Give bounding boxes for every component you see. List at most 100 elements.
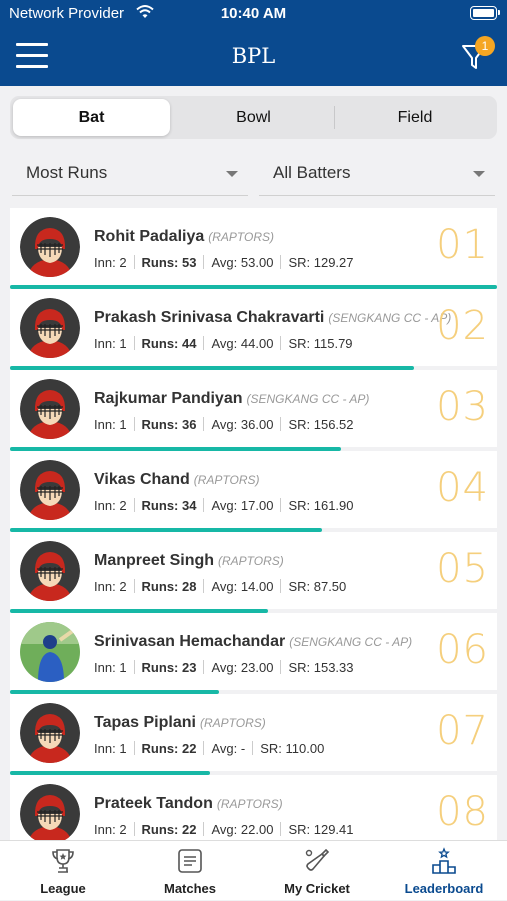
player-team: (RAPTORS) bbox=[216, 797, 283, 811]
innings-value: 2 bbox=[119, 579, 127, 594]
innings-label: Inn: bbox=[94, 660, 116, 675]
player-team: (RAPTORS) bbox=[193, 473, 260, 487]
player-name-line: Srinivasan Hemachandar (SENGKANG CC - AP) bbox=[94, 633, 412, 651]
average-value: 44.00 bbox=[240, 336, 274, 351]
innings-value: 1 bbox=[119, 417, 127, 432]
tab-bat[interactable]: Bat bbox=[13, 99, 170, 136]
helmet-avatar-icon bbox=[20, 379, 80, 439]
rank-number: 01 bbox=[436, 222, 489, 268]
list-item[interactable]: Manpreet Singh (RAPTORS) Inn: 2 Runs: 28 Avg… bbox=[10, 532, 497, 613]
tab-league[interactable]: League bbox=[0, 841, 126, 901]
player-stats: Inn: 2 Runs: 28 Avg: 14.00 SR: 87.50 bbox=[94, 579, 346, 594]
podium-star-icon bbox=[432, 847, 456, 874]
runs-label: Runs: bbox=[141, 822, 179, 837]
strike-rate-value: 115.79 bbox=[313, 336, 353, 351]
average-value: 17.00 bbox=[240, 498, 274, 513]
player-name-line: Prakash Srinivasa Chakravarti (SENGKANG C… bbox=[94, 309, 451, 327]
innings-label: Inn: bbox=[94, 579, 116, 594]
player-name: Rajkumar Pandiyan bbox=[94, 390, 243, 407]
player-name-line: Tapas Piplani (RAPTORS) bbox=[94, 714, 266, 732]
average-value: 23.00 bbox=[240, 660, 274, 675]
player-stats: Inn: 2 Runs: 53 Avg: 53.00 SR: 129.27 bbox=[94, 255, 354, 270]
navigation-bar: BPL 1 bbox=[0, 28, 507, 86]
innings-value: 2 bbox=[119, 255, 127, 270]
scorecard-icon bbox=[178, 849, 202, 873]
player-photo-avatar bbox=[20, 622, 80, 682]
innings-label: Inn: bbox=[94, 741, 116, 756]
player-name: Manpreet Singh bbox=[94, 552, 215, 569]
tab-my-cricket[interactable]: My Cricket bbox=[254, 841, 380, 901]
tab-leaderboard-label: Leaderboard bbox=[404, 881, 484, 896]
list-item[interactable]: Prakash Srinivasa Chakravarti (SENGKANG C… bbox=[10, 289, 497, 370]
strike-rate-label: SR: bbox=[288, 579, 311, 594]
strike-rate-label: SR: bbox=[288, 417, 311, 432]
list-item[interactable]: Tapas Piplani (RAPTORS) Inn: 1 Runs: 22 Avg:… bbox=[10, 694, 497, 775]
list-item[interactable]: Prateek Tandon (RAPTORS) Inn: 2 Runs: 22 Avg… bbox=[10, 775, 497, 840]
player-team: (SENGKANG CC - AP) bbox=[289, 635, 413, 649]
runs-value: 44 bbox=[182, 336, 197, 351]
tab-field[interactable]: Field bbox=[336, 99, 494, 136]
player-name-line: Rajkumar Pandiyan (SENGKANG CC - AP) bbox=[94, 390, 369, 408]
helmet-avatar-icon bbox=[20, 784, 80, 840]
strike-rate-value: 156.52 bbox=[313, 417, 354, 432]
batters-dropdown-label: All Batters bbox=[273, 163, 351, 182]
list-item[interactable]: Rohit Padaliya (RAPTORS) Inn: 2 Runs: 53 Avg… bbox=[10, 208, 497, 289]
list-item[interactable]: Vikas Chand (RAPTORS) Inn: 2 Runs: 34 Avg: 1… bbox=[10, 451, 497, 532]
player-name: Srinivasan Hemachandar bbox=[94, 633, 286, 650]
batters-dropdown[interactable]: All Batters bbox=[259, 152, 495, 196]
average-value: 14.00 bbox=[240, 579, 274, 594]
average-label: Avg: bbox=[211, 579, 238, 594]
rank-number: 08 bbox=[436, 789, 489, 835]
runs-label: Runs: bbox=[141, 255, 179, 270]
tab-bowl[interactable]: Bowl bbox=[173, 99, 334, 136]
leaderboard-list[interactable]: Rohit Padaliya (RAPTORS) Inn: 2 Runs: 53 Avg… bbox=[10, 208, 497, 840]
strike-rate-value: 153.33 bbox=[313, 660, 354, 675]
rank-number: 05 bbox=[436, 546, 489, 592]
player-name: Rohit Padaliya bbox=[94, 228, 205, 245]
filter-count-badge: 1 bbox=[475, 36, 495, 56]
tab-league-label: League bbox=[40, 881, 86, 896]
sort-dropdown[interactable]: Most Runs bbox=[12, 152, 248, 196]
innings-label: Inn: bbox=[94, 822, 116, 837]
player-stats: Inn: 2 Runs: 34 Avg: 17.00 SR: 161.90 bbox=[94, 498, 354, 513]
runs-label: Runs: bbox=[141, 741, 179, 756]
rank-number: 03 bbox=[436, 384, 489, 430]
runs-label: Runs: bbox=[141, 417, 179, 432]
strike-rate-label: SR: bbox=[288, 660, 311, 675]
runs-value: 28 bbox=[182, 579, 197, 594]
helmet-avatar-icon bbox=[20, 217, 80, 277]
average-label: Avg: bbox=[211, 498, 238, 513]
innings-label: Inn: bbox=[94, 336, 116, 351]
segment-divider bbox=[334, 106, 335, 129]
list-item[interactable]: Srinivasan Hemachandar (SENGKANG CC - AP)… bbox=[10, 613, 497, 694]
strike-rate-label: SR: bbox=[288, 336, 311, 351]
player-team: (SENGKANG CC - AP) bbox=[328, 311, 452, 325]
average-label: Avg: bbox=[211, 822, 238, 837]
innings-value: 1 bbox=[119, 660, 127, 675]
runs-value: 22 bbox=[182, 822, 197, 837]
list-item[interactable]: Rajkumar Pandiyan (SENGKANG CC - AP) Inn: … bbox=[10, 370, 497, 451]
player-team: (RAPTORS) bbox=[218, 554, 284, 568]
average-value: - bbox=[240, 741, 246, 756]
average-label: Avg: bbox=[211, 741, 238, 756]
sort-dropdown-label: Most Runs bbox=[26, 163, 108, 182]
bottom-tab-bar: League Matches My Cricket Leaderboard bbox=[0, 840, 507, 900]
chevron-down-icon bbox=[226, 171, 238, 177]
average-label: Avg: bbox=[211, 255, 238, 270]
helmet-avatar-icon bbox=[20, 460, 80, 520]
tab-leaderboard[interactable]: Leaderboard bbox=[381, 841, 507, 901]
player-name: Prateek Tandon bbox=[94, 795, 213, 812]
player-stats: Inn: 1 Runs: 23 Avg: 23.00 SR: 153.33 bbox=[94, 660, 354, 675]
helmet-avatar-icon bbox=[20, 703, 80, 763]
page-title: BPL bbox=[231, 44, 276, 68]
innings-value: 2 bbox=[119, 498, 127, 513]
rank-number: 02 bbox=[436, 303, 489, 349]
runs-label: Runs: bbox=[141, 498, 179, 513]
player-team: (SENGKANG CC - AP) bbox=[246, 392, 370, 406]
rank-number: 04 bbox=[436, 465, 489, 511]
tab-matches[interactable]: Matches bbox=[127, 841, 253, 901]
clock: 10:40 AM bbox=[220, 5, 287, 22]
strike-rate-value: 161.90 bbox=[313, 498, 354, 513]
average-value: 22.00 bbox=[240, 822, 274, 837]
player-name-line: Rohit Padaliya (RAPTORS) bbox=[94, 228, 274, 246]
